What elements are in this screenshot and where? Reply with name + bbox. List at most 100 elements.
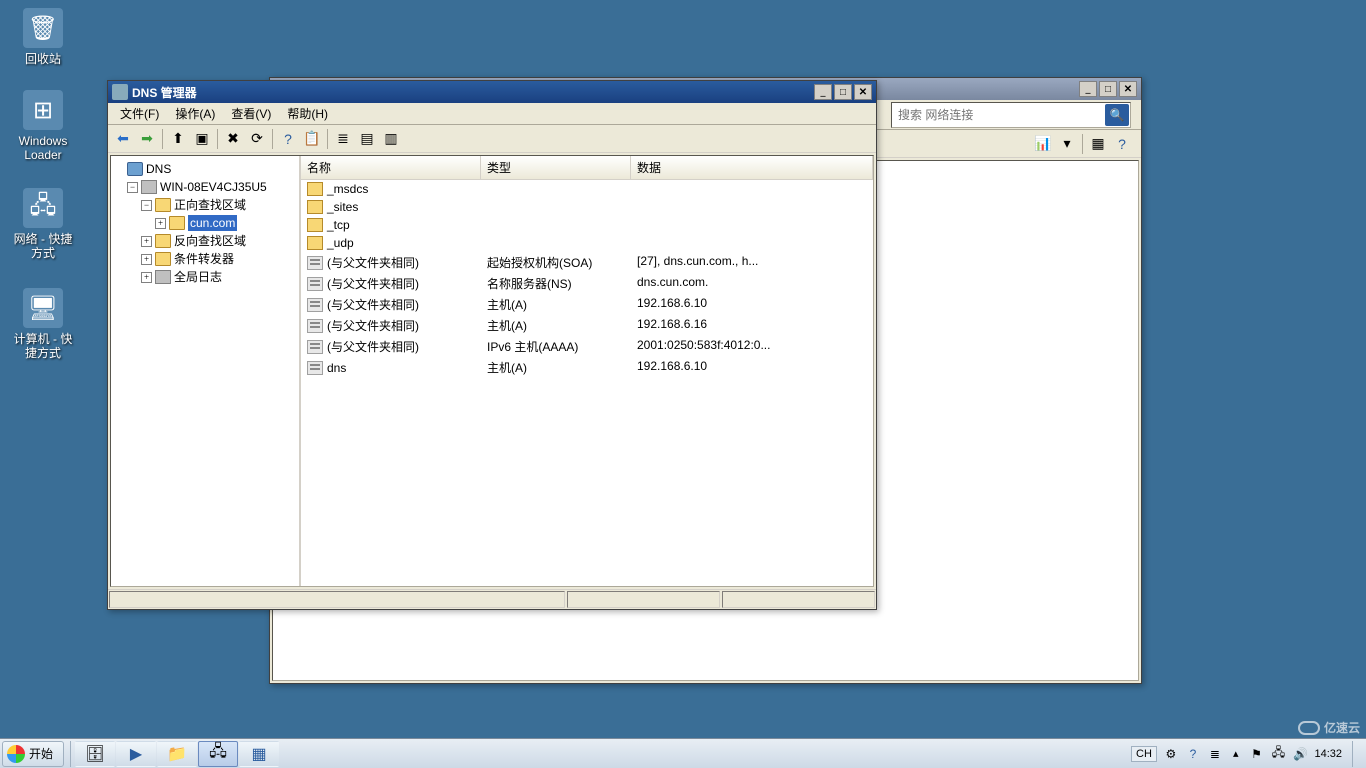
search-input[interactable] bbox=[892, 106, 1104, 124]
cell-type: 名称服务器(NS) bbox=[481, 274, 631, 293]
computer-icon: 🖥 bbox=[23, 288, 63, 328]
folder-icon bbox=[307, 182, 323, 196]
list-row[interactable]: _tcp bbox=[301, 216, 873, 234]
col-name[interactable]: 名称 bbox=[301, 156, 481, 179]
desktop-icon-recycle[interactable]: 🗑 回收站 bbox=[6, 8, 80, 66]
ql-dns[interactable]: ▦ bbox=[239, 741, 279, 767]
help-button[interactable]: ? bbox=[1111, 133, 1133, 155]
watermark: 亿速云 bbox=[1298, 719, 1360, 736]
new-button[interactable]: ▥ bbox=[380, 128, 402, 150]
folder-icon bbox=[307, 218, 323, 232]
start-button[interactable]: 开始 bbox=[2, 741, 64, 767]
ime-ext-icon[interactable]: ≣ bbox=[1207, 746, 1223, 762]
tree-server[interactable]: −WIN-08EV4CJ35U5 bbox=[127, 179, 297, 195]
minimize-button[interactable]: _ bbox=[814, 84, 832, 100]
search-box[interactable]: 🔍 bbox=[891, 102, 1131, 128]
cell-name: dns bbox=[327, 361, 346, 375]
expand-icon[interactable]: + bbox=[141, 272, 152, 283]
record-icon bbox=[307, 340, 323, 354]
desktop-icon-network[interactable]: 🖧 网络 - 快捷方式 bbox=[6, 188, 80, 260]
help-icon[interactable]: ? bbox=[1185, 746, 1201, 762]
ime-indicator[interactable]: CH bbox=[1131, 746, 1157, 762]
list-body[interactable]: _msdcs_sites_tcp_udp(与父文件夹相同)起始授权机构(SOA)… bbox=[301, 180, 873, 586]
tree-forward-zones[interactable]: −正向查找区域 bbox=[141, 197, 297, 213]
cell-data: dns.cun.com. bbox=[631, 274, 873, 293]
organize-button[interactable]: 📊 bbox=[1032, 133, 1054, 155]
collapse-icon[interactable]: − bbox=[141, 200, 152, 211]
status-cell bbox=[567, 591, 720, 608]
ime-settings-icon[interactable]: ⚙ bbox=[1163, 746, 1179, 762]
menu-file[interactable]: 文件(F) bbox=[112, 103, 167, 124]
show-desktop-button[interactable] bbox=[1352, 741, 1360, 767]
desktop-icon-label: 回收站 bbox=[6, 52, 80, 66]
view-button[interactable]: ▾ bbox=[1056, 133, 1078, 155]
app-icon: ⊞ bbox=[23, 90, 63, 130]
expand-icon[interactable]: + bbox=[155, 218, 166, 229]
dns-manager-window[interactable]: DNS 管理器 _ □ ✕ 文件(F) 操作(A) 查看(V) 帮助(H) ⬅ … bbox=[107, 80, 877, 610]
ql-explorer[interactable]: 📁 bbox=[157, 741, 197, 767]
tree-reverse-zones[interactable]: +反向查找区域 bbox=[141, 233, 297, 249]
menu-view[interactable]: 查看(V) bbox=[223, 103, 279, 124]
ql-server-manager[interactable]: 🗄 bbox=[75, 741, 115, 767]
col-type[interactable]: 类型 bbox=[481, 156, 631, 179]
refresh-button[interactable]: ⟳ bbox=[246, 128, 268, 150]
tree-zone-cuncom[interactable]: +cun.com bbox=[155, 215, 297, 231]
menu-action[interactable]: 操作(A) bbox=[167, 103, 223, 124]
show-hidden-icons[interactable]: ▴ bbox=[1229, 745, 1243, 762]
maximize-button[interactable]: □ bbox=[834, 84, 852, 100]
forward-button[interactable]: ➡ bbox=[136, 128, 158, 150]
tree-pane[interactable]: DNS −WIN-08EV4CJ35U5 −正向查找区域 +cun.com +反… bbox=[111, 156, 301, 586]
cell-type bbox=[481, 199, 631, 215]
menu-bar: 文件(F) 操作(A) 查看(V) 帮助(H) bbox=[108, 103, 876, 125]
filter-button[interactable]: ≣ bbox=[332, 128, 354, 150]
expand-icon[interactable]: + bbox=[141, 236, 152, 247]
menu-help[interactable]: 帮助(H) bbox=[279, 103, 336, 124]
col-data[interactable]: 数据 bbox=[631, 156, 873, 179]
cell-type: IPv6 主机(AAAA) bbox=[481, 337, 631, 356]
list-row[interactable]: _msdcs bbox=[301, 180, 873, 198]
ql-network[interactable]: 🖧 bbox=[198, 741, 238, 767]
back-button[interactable]: ⬅ bbox=[112, 128, 134, 150]
tree-root-dns[interactable]: DNS bbox=[113, 161, 297, 177]
preview-button[interactable]: ▦ bbox=[1087, 133, 1109, 155]
taskbar[interactable]: 开始 🗄 ▶ 📁 🖧 ▦ CH ⚙ ? ≣ ▴ ⚑ 🖧 🔊 14:32 bbox=[0, 738, 1366, 768]
cell-data: 192.168.6.10 bbox=[631, 358, 873, 377]
ql-powershell[interactable]: ▶ bbox=[116, 741, 156, 767]
list-row[interactable]: _udp bbox=[301, 234, 873, 252]
titlebar[interactable]: DNS 管理器 _ □ ✕ bbox=[108, 81, 876, 103]
tray-clock[interactable]: 14:32 bbox=[1314, 748, 1342, 760]
list-row[interactable]: (与父文件夹相同)主机(A)192.168.6.10 bbox=[301, 294, 873, 315]
status-bar bbox=[108, 589, 876, 609]
list-row[interactable]: _sites bbox=[301, 198, 873, 216]
list-row[interactable]: (与父文件夹相同)主机(A)192.168.6.16 bbox=[301, 315, 873, 336]
minimize-button[interactable]: _ bbox=[1079, 81, 1097, 97]
record-icon bbox=[307, 298, 323, 312]
list-row[interactable]: (与父文件夹相同)IPv6 主机(AAAA)2001:0250:583f:401… bbox=[301, 336, 873, 357]
volume-icon[interactable]: 🔊 bbox=[1292, 746, 1308, 762]
desktop-icon-computer[interactable]: 🖥 计算机 - 快捷方式 bbox=[6, 288, 80, 360]
delete-button[interactable]: ✖ bbox=[222, 128, 244, 150]
search-button[interactable]: 🔍 bbox=[1105, 104, 1129, 126]
show-hide-tree-button[interactable]: ▣ bbox=[191, 128, 213, 150]
network-tray-icon[interactable]: 🖧 bbox=[1270, 746, 1286, 762]
export-button[interactable]: ▤ bbox=[356, 128, 378, 150]
close-button[interactable]: ✕ bbox=[854, 84, 872, 100]
list-row[interactable]: dns主机(A)192.168.6.10 bbox=[301, 357, 873, 378]
list-row[interactable]: (与父文件夹相同)名称服务器(NS)dns.cun.com. bbox=[301, 273, 873, 294]
flag-icon[interactable]: ⚑ bbox=[1248, 746, 1264, 762]
cell-name: (与父文件夹相同) bbox=[327, 254, 419, 271]
desktop-icon-winloader[interactable]: ⊞ WindowsLoader bbox=[6, 90, 80, 162]
close-button[interactable]: ✕ bbox=[1119, 81, 1137, 97]
folder-icon bbox=[155, 252, 171, 266]
maximize-button[interactable]: □ bbox=[1099, 81, 1117, 97]
expand-icon[interactable]: + bbox=[141, 254, 152, 265]
properties-button[interactable]: 📋 bbox=[301, 128, 323, 150]
folder-icon bbox=[307, 200, 323, 214]
help-button[interactable]: ? bbox=[277, 128, 299, 150]
list-row[interactable]: (与父文件夹相同)起始授权机构(SOA)[27], dns.cun.com., … bbox=[301, 252, 873, 273]
dns-icon bbox=[112, 84, 128, 100]
tree-global-log[interactable]: +全局日志 bbox=[141, 269, 297, 285]
tree-cond-forward[interactable]: +条件转发器 bbox=[141, 251, 297, 267]
collapse-icon[interactable]: − bbox=[127, 182, 138, 193]
up-button[interactable]: ⬆ bbox=[167, 128, 189, 150]
